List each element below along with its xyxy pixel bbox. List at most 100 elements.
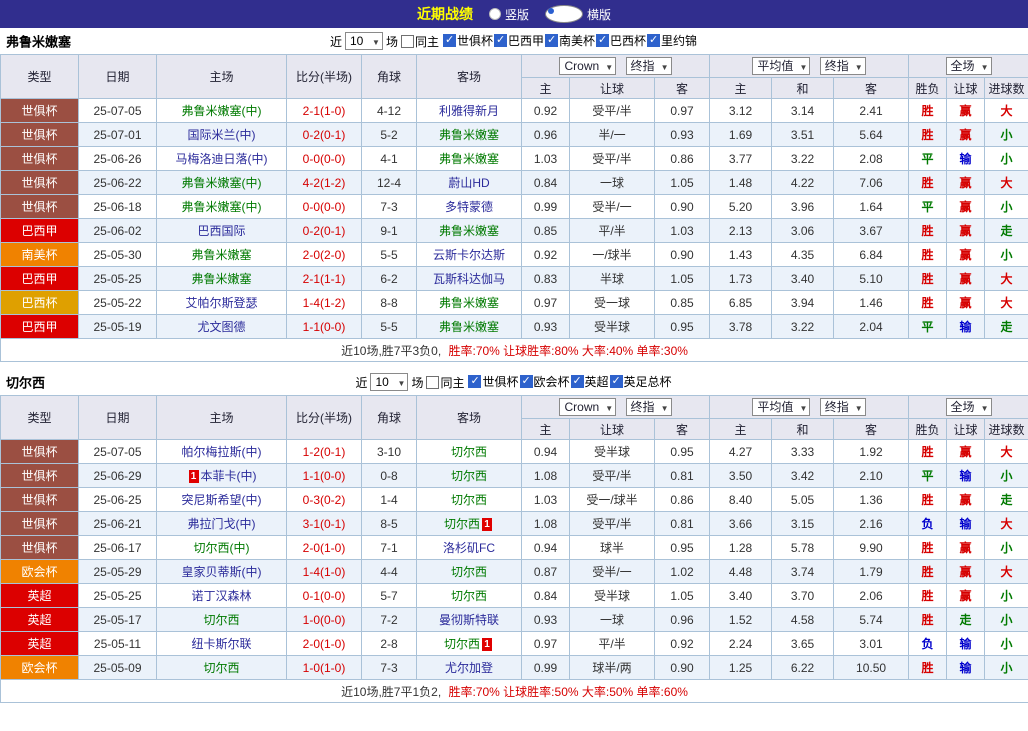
match-date: 25-05-19 [79, 315, 157, 339]
avg-final-select[interactable]: 终指 [820, 398, 866, 416]
team-link[interactable]: 蔚山HD [448, 176, 489, 190]
league-badge: 世俱杯 [1, 464, 79, 488]
team-link[interactable]: 弗鲁米嫩塞 [439, 224, 499, 238]
team-link[interactable]: 多特蒙德 [445, 200, 493, 214]
topbar: 近期战绩 竖版 横版 [0, 0, 1028, 28]
league-checkbox-2[interactable]: 南美杯 [545, 32, 595, 49]
home-team-cell: 弗鲁米嫩塞 [157, 243, 287, 267]
team-link[interactable]: 切尔西 [451, 493, 487, 507]
match-date: 25-06-29 [79, 464, 157, 488]
league-checkbox-0[interactable]: 世俱杯 [468, 373, 518, 390]
team-link[interactable]: 国际米兰(中) [188, 128, 256, 142]
same-home-checkbox[interactable]: 同主 [426, 374, 464, 391]
recent-count-select[interactable]: 10 [370, 373, 408, 391]
result-handicap: 输 [947, 632, 985, 656]
team-link[interactable]: 弗鲁米嫩塞 [191, 248, 251, 262]
odds-company-select[interactable]: Crown [559, 398, 616, 416]
team-link[interactable]: 弗鲁米嫩塞 [439, 320, 499, 334]
league-checkbox-1[interactable]: 欧会杯 [520, 373, 570, 390]
league-checkbox-3[interactable]: 巴西杯 [596, 32, 646, 49]
team-link[interactable]: 艾帕尔斯登瑟 [185, 296, 257, 310]
team-link[interactable]: 弗鲁米嫩塞 [439, 152, 499, 166]
scope-select[interactable]: 全场 [946, 57, 992, 75]
odds-company-select[interactable]: Crown [559, 57, 616, 75]
team-link[interactable]: 切尔西 [203, 661, 239, 675]
checkbox-label: 世俱杯 [482, 373, 518, 390]
team-link[interactable]: 巴西国际 [197, 224, 245, 238]
team-link[interactable]: 帕尔梅拉斯(中) [182, 445, 262, 459]
team-link[interactable]: 本菲卡(中) [201, 469, 257, 483]
match-date: 25-07-05 [79, 440, 157, 464]
team-link[interactable]: 突尼斯希望(中) [182, 493, 262, 507]
away-team-cell: 瓦斯科达伽马 [417, 267, 522, 291]
team-link[interactable]: 洛杉矶FC [443, 541, 495, 555]
match-score: 1-4(1-0) [287, 560, 362, 584]
away-team-cell: 切尔西1 [417, 632, 522, 656]
team-link[interactable]: 纽卡斯尔联 [191, 637, 251, 651]
odds-away: 0.93 [655, 123, 710, 147]
team-link[interactable]: 诺丁汉森林 [191, 589, 251, 603]
odds-home: 1.03 [522, 488, 570, 512]
odds-home: 1.08 [522, 464, 570, 488]
match-date: 25-07-05 [79, 99, 157, 123]
team-link[interactable]: 切尔西 [451, 589, 487, 603]
team-link[interactable]: 弗鲁米嫩塞 [439, 128, 499, 142]
odds-away: 1.05 [655, 584, 710, 608]
handicap-line: 受半球 [570, 440, 655, 464]
team-link[interactable]: 弗鲁米嫩塞(中) [182, 176, 262, 190]
col-handicap-result: 让球 [947, 419, 985, 440]
league-checkbox-3[interactable]: 英足总杯 [610, 373, 672, 390]
team-link[interactable]: 切尔西 [444, 517, 480, 531]
result-handicap: 赢 [947, 440, 985, 464]
team-link[interactable]: 切尔西 [451, 565, 487, 579]
same-home-checkbox[interactable]: 同主 [401, 33, 439, 50]
avg-select[interactable]: 平均值 [752, 398, 810, 416]
avg-final-select[interactable]: 终指 [820, 57, 866, 75]
scope-select[interactable]: 全场 [946, 398, 992, 416]
league-badge: 世俱杯 [1, 536, 79, 560]
match-row: 世俱杯25-06-21弗拉门戈(中)3-1(0-1)8-5切尔西11.08受平/… [1, 512, 1028, 536]
team-link[interactable]: 瓦斯科达伽马 [433, 272, 505, 286]
league-checkbox-0[interactable]: 世俱杯 [443, 32, 493, 49]
team-link[interactable]: 皇家贝蒂斯(中) [182, 565, 262, 579]
team-link[interactable]: 利雅得新月 [439, 104, 499, 118]
team-link[interactable]: 弗鲁米嫩塞(中) [182, 104, 262, 118]
team-link[interactable]: 弗鲁米嫩塞 [439, 296, 499, 310]
team-link[interactable]: 尤尔加登 [445, 661, 493, 675]
team-link[interactable]: 云斯卡尔达斯 [433, 248, 505, 262]
team-link[interactable]: 弗鲁米嫩塞 [191, 272, 251, 286]
team-link[interactable]: 弗拉门戈(中) [188, 517, 256, 531]
odds-final-select[interactable]: 终指 [626, 398, 672, 416]
result-handicap: 输 [947, 464, 985, 488]
handicap-line: 平/半 [570, 219, 655, 243]
team-link[interactable]: 曼彻斯特联 [439, 613, 499, 627]
league-checkbox-2[interactable]: 英超 [571, 373, 609, 390]
team-link[interactable]: 切尔西 [451, 445, 487, 459]
avg-select[interactable]: 平均值 [752, 57, 810, 75]
league-checkbox-4[interactable]: 里约锦 [647, 32, 697, 49]
league-checkbox-1[interactable]: 巴西甲 [494, 32, 544, 49]
handicap-line: 一球 [570, 608, 655, 632]
team-link[interactable]: 切尔西 [444, 637, 480, 651]
red-card-badge: 1 [482, 638, 492, 651]
handicap-line: 一球 [570, 171, 655, 195]
result-handicap: 赢 [947, 243, 985, 267]
team-link[interactable]: 切尔西 [203, 613, 239, 627]
team-link[interactable]: 弗鲁米嫩塞(中) [182, 200, 262, 214]
result-goals: 小 [985, 656, 1028, 680]
corner-count: 0-8 [362, 464, 417, 488]
layout-option-horizontal[interactable]: 横版 [545, 5, 611, 23]
layout-option-vertical[interactable]: 竖版 [489, 6, 529, 23]
away-team-cell: 弗鲁米嫩塞 [417, 291, 522, 315]
avg-home-odds: 4.27 [710, 440, 772, 464]
odds-final-select[interactable]: 终指 [626, 57, 672, 75]
league-badge: 世俱杯 [1, 147, 79, 171]
team-link[interactable]: 马梅洛迪日落(中) [176, 152, 268, 166]
recent-count-select[interactable]: 10 [345, 32, 383, 50]
summary-record: 近10场,胜7平1负2, [341, 685, 441, 699]
team-link[interactable]: 切尔西(中) [194, 541, 250, 555]
team-link[interactable]: 切尔西 [451, 469, 487, 483]
avg-home-odds: 3.50 [710, 464, 772, 488]
match-row: 巴西杯25-05-22艾帕尔斯登瑟1-4(1-2)8-8弗鲁米嫩塞0.97受一球… [1, 291, 1028, 315]
team-link[interactable]: 尤文图德 [197, 320, 245, 334]
